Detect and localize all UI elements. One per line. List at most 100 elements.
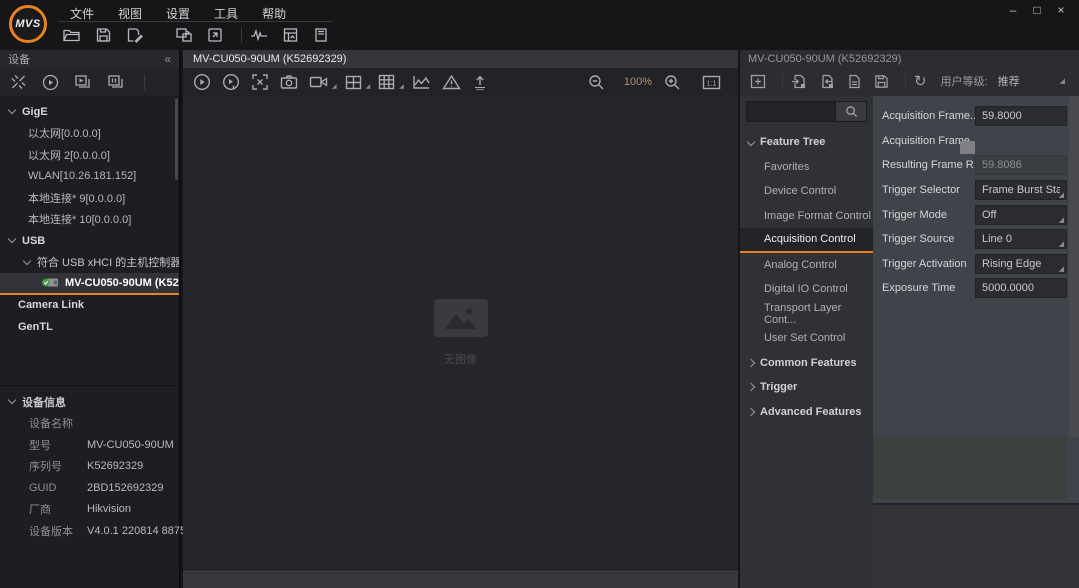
minimize-button[interactable]: – [1001,2,1025,19]
videocam-icon [309,75,328,89]
tree-label: GigE [22,106,48,118]
zoom-in-button[interactable] [662,72,683,93]
open-file-button[interactable] [60,25,83,45]
title-bar: MVS 文件 视图 设置 工具 帮助 – □ × [0,0,1079,50]
zoom-out-button[interactable] [586,72,607,93]
grab-once-button[interactable] [220,71,242,93]
warning-overlay-button[interactable] [440,72,463,92]
refresh-button[interactable]: ↻ [912,70,929,92]
document-button[interactable] [845,72,864,91]
search-input[interactable] [746,101,836,122]
swap-window-button[interactable] [173,25,195,45]
save-device-button[interactable] [311,25,331,45]
acquisition-frame-rate-input[interactable] [975,106,1067,126]
dropdown-caret-icon[interactable]: ◢ [1060,77,1065,85]
histogram-button[interactable] [410,72,433,92]
feature-item-digital-io-control[interactable]: Digital IO Control [740,277,873,302]
tree-item-camera-device[interactable]: MV-CU050-90UM (K5269... [0,273,179,295]
stop-all-preview-button[interactable] [105,72,127,92]
tree-group-usb[interactable]: USB [0,230,179,252]
dropdown-caret-icon: ◢ [1059,191,1064,199]
feature-root[interactable]: Feature Tree [740,130,873,155]
grid-view-button[interactable] [376,72,397,92]
save-button[interactable] [93,25,114,45]
chevron-down-icon [8,106,16,114]
dropdown-caret-icon[interactable]: ◢ [366,83,371,90]
record-button[interactable] [307,73,330,91]
property-row: Acquisition Frame... [873,104,1079,129]
start-preview-button[interactable] [40,72,61,93]
chevron-down-icon [8,396,16,404]
tree-item-ethernet[interactable]: 以太网[0.0.0.0] [0,123,179,145]
close-button[interactable]: × [1049,2,1073,19]
dropdown-caret-icon[interactable]: ◢ [399,83,404,90]
trigger-activation-select[interactable]: Rising Edge◢ [975,254,1067,274]
feature-item-acquisition-control[interactable]: Acquisition Control [740,228,873,253]
tree-item-local9[interactable]: 本地连接* 9[0.0.0.0] [0,187,179,209]
save-config-button[interactable] [872,72,891,91]
maximize-button[interactable]: □ [1025,2,1049,19]
viewer-tab-bar: MV-CU050-90UM (K52692329) [183,50,738,68]
dropdown-caret-icon: ◢ [1059,240,1064,248]
search-button[interactable] [836,101,867,122]
waveform-icon [250,27,268,43]
image-canvas[interactable]: 无图像 [183,96,738,570]
info-row: 厂商Hikvision [0,499,179,521]
no-image-placeholder [434,299,488,337]
chevron-down-icon [8,235,16,243]
split-view-button[interactable] [343,73,364,92]
tree-item-wlan[interactable]: WLAN[10.26.181.152] [0,166,179,188]
feature-item-user-set-control[interactable]: User Set Control [740,326,873,351]
info-value: V4.0.1 220814 8875... [87,525,195,537]
play-once-icon [222,73,240,91]
save-image-button[interactable] [470,72,490,93]
feature-section-advanced[interactable]: Advanced Features [740,400,873,425]
collapse-panel-icon[interactable]: « [164,52,171,66]
tree-item-ethernet2[interactable]: 以太网 2[0.0.0.0] [0,144,179,166]
property-row: Trigger Activation Rising Edge◢ [873,252,1079,277]
chevron-right-icon [747,383,755,391]
feature-item-transport-layer[interactable]: Transport Layer Cont... [740,302,873,327]
device-info-header[interactable]: 设备信息 [0,391,179,413]
snapshot-button[interactable] [278,72,300,92]
attach-window-button[interactable] [748,72,768,91]
import-config-button[interactable] [789,72,809,91]
feature-item-favorites[interactable]: Favorites [740,155,873,180]
disconnect-device-button[interactable] [8,72,29,92]
toggle-knob [960,141,975,154]
save-as-button[interactable] [124,25,145,45]
property-row: Trigger Mode Off◢ [873,202,1079,227]
search-icon [845,105,858,118]
info-row: 型号MV-CU050-90UM [0,434,179,456]
fit-window-button[interactable] [249,71,271,93]
tree-group-gige[interactable]: GigE [0,101,179,123]
one-to-one-button[interactable]: 1:1 [700,73,723,92]
property-scrollbar[interactable] [1069,96,1079,437]
viewer-tab[interactable]: MV-CU050-90UM (K52692329) [193,53,346,65]
trigger-source-select[interactable]: Line 0◢ [975,229,1067,249]
start-grab-button[interactable] [191,71,213,93]
feature-item-image-format-control[interactable]: Image Format Control [740,204,873,229]
user-level-select[interactable]: 推荐 [998,73,1060,89]
trigger-mode-select[interactable]: Off◢ [975,205,1067,225]
restore-window-button[interactable] [205,25,225,45]
exposure-time-input[interactable] [975,278,1067,298]
tree-group-cameralink[interactable]: Camera Link [0,295,179,317]
tree-item-local10[interactable]: 本地连接* 10[0.0.0.0] [0,209,179,231]
waveform-button[interactable] [248,25,270,45]
feature-item-device-control[interactable]: Device Control [740,179,873,204]
tree-group-gentl[interactable]: GenTL [0,316,179,338]
trigger-selector-select[interactable]: Frame Burst Star◢ [975,180,1067,200]
tree-scrollbar[interactable] [175,98,178,180]
select-value: Off [982,209,996,221]
feature-item-analog-control[interactable]: Analog Control [740,253,873,278]
layout-chart-button[interactable] [280,25,301,45]
save-floppy-icon [874,74,889,89]
export-config-button[interactable] [817,72,837,91]
start-all-preview-button[interactable] [72,72,94,92]
dropdown-caret-icon[interactable]: ◢ [332,83,337,90]
feature-section-trigger[interactable]: Trigger [740,375,873,400]
tree-item-usb-controller[interactable]: 符合 USB xHCI 的主机控制器 [0,252,179,274]
camera-icon [280,74,298,90]
feature-section-common[interactable]: Common Features [740,351,873,376]
